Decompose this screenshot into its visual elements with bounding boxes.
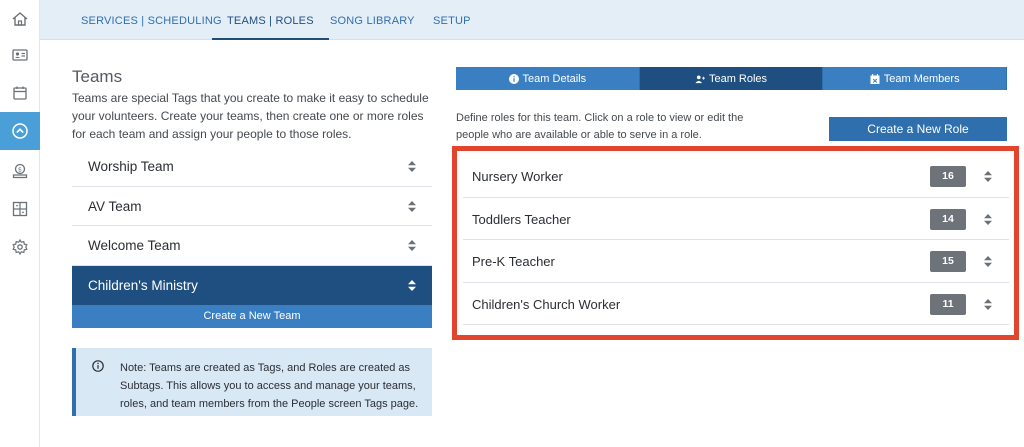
- role-member-count-badge: 14: [930, 208, 966, 230]
- role-name: Nursery Worker: [472, 169, 563, 184]
- note-text: Note: Teams are created as Tags, and Rol…: [120, 362, 419, 410]
- sort-icon[interactable]: [408, 279, 416, 291]
- role-member-count-badge: 15: [930, 251, 966, 272]
- top-navigation: SERVICES | SCHEDULING TEAMS | ROLES SONG…: [40, 0, 1024, 40]
- role-name: Children's Church Worker: [472, 296, 621, 312]
- sort-icon[interactable]: [984, 298, 992, 310]
- sidebar-item-calendar[interactable]: [0, 74, 40, 112]
- create-new-role-button[interactable]: Create a New Role: [829, 117, 1007, 141]
- team-name: AV Team: [88, 198, 142, 214]
- calendar-x-icon: [870, 73, 880, 84]
- info-circle-icon: [508, 73, 519, 84]
- sidebar-item-home[interactable]: [0, 0, 40, 38]
- sort-icon[interactable]: [408, 240, 416, 251]
- contact-card-icon: [12, 49, 28, 61]
- team-list: Worship Team AV Team Welcome Team Childr…: [72, 147, 432, 306]
- sidebar-item-settings[interactable]: [0, 228, 40, 266]
- role-member-count-badge: 16: [930, 166, 966, 187]
- sidebar-item-giving[interactable]: $: [0, 152, 40, 190]
- create-new-team-button[interactable]: Create a New Team: [72, 305, 432, 328]
- role-row-toddlers-teacher[interactable]: Toddlers Teacher 14: [463, 197, 1009, 240]
- team-row-av-team[interactable]: AV Team: [72, 186, 432, 226]
- team-tabs: Team Details Team Roles Team Members: [456, 67, 1008, 90]
- sort-icon[interactable]: [408, 161, 416, 172]
- users-icon: [695, 75, 705, 83]
- sidebar-item-people[interactable]: [0, 36, 40, 74]
- tab-team-details[interactable]: Team Details: [456, 67, 640, 90]
- team-row-welcome-team[interactable]: Welcome Team: [72, 226, 432, 266]
- info-circle-icon: [92, 360, 104, 372]
- sort-icon[interactable]: [984, 171, 992, 182]
- team-name: Children's Ministry: [88, 277, 198, 293]
- tab-label: Team Roles: [708, 72, 768, 85]
- tab-services-scheduling[interactable]: SERVICES | SCHEDULING: [81, 0, 222, 40]
- svg-text:$: $: [18, 165, 22, 173]
- gear-icon: [12, 238, 28, 256]
- tab-team-roles[interactable]: Team Roles: [639, 67, 824, 90]
- sort-icon[interactable]: [984, 213, 992, 225]
- donation-icon: $: [12, 163, 28, 179]
- role-name: Pre-K Teacher: [472, 254, 555, 269]
- calendar-icon: [13, 86, 27, 100]
- tab-label: Team Details: [522, 72, 587, 85]
- team-name: Welcome Team: [88, 238, 181, 253]
- teams-description: Teams are special Tags that you create t…: [72, 91, 429, 141]
- role-name: Toddlers Teacher: [472, 211, 571, 227]
- sort-icon[interactable]: [408, 200, 416, 212]
- sort-icon[interactable]: [984, 256, 992, 267]
- teams-heading: Teams: [72, 67, 123, 86]
- chevron-up-circle-icon: [12, 123, 28, 139]
- role-row-pre-k-teacher[interactable]: Pre-K Teacher 15: [463, 240, 1009, 283]
- team-row-worship-team[interactable]: Worship Team: [72, 147, 432, 187]
- role-row-childrens-church-worker[interactable]: Children's Church Worker 11: [463, 282, 1009, 325]
- sidebar-item-services[interactable]: [0, 112, 40, 150]
- role-member-count-badge: 11: [930, 293, 966, 315]
- role-row-nursery-worker[interactable]: Nursery Worker 16: [463, 155, 1009, 198]
- tab-label: Team Members: [883, 72, 960, 85]
- roles-description: Define roles for this team. Click on a r…: [456, 112, 744, 141]
- sidebar-item-dashboard[interactable]: [0, 190, 40, 228]
- home-icon: [12, 12, 28, 26]
- teams-note-callout: Note: Teams are created as Tags, and Rol…: [72, 348, 432, 416]
- role-list: Nursery Worker 16 Toddlers Teacher 14 Pr…: [463, 155, 1009, 325]
- left-sidebar: $: [0, 0, 40, 447]
- team-name: Worship Team: [88, 159, 174, 174]
- dashboard-grid-icon: [12, 201, 28, 217]
- team-row-childrens-ministry[interactable]: Children's Ministry: [72, 265, 432, 306]
- tab-team-members[interactable]: Team Members: [823, 67, 1008, 90]
- tab-song-library[interactable]: SONG LIBRARY: [330, 0, 415, 40]
- tab-setup[interactable]: SETUP: [433, 0, 471, 40]
- tab-teams-roles[interactable]: TEAMS | ROLES: [212, 0, 329, 40]
